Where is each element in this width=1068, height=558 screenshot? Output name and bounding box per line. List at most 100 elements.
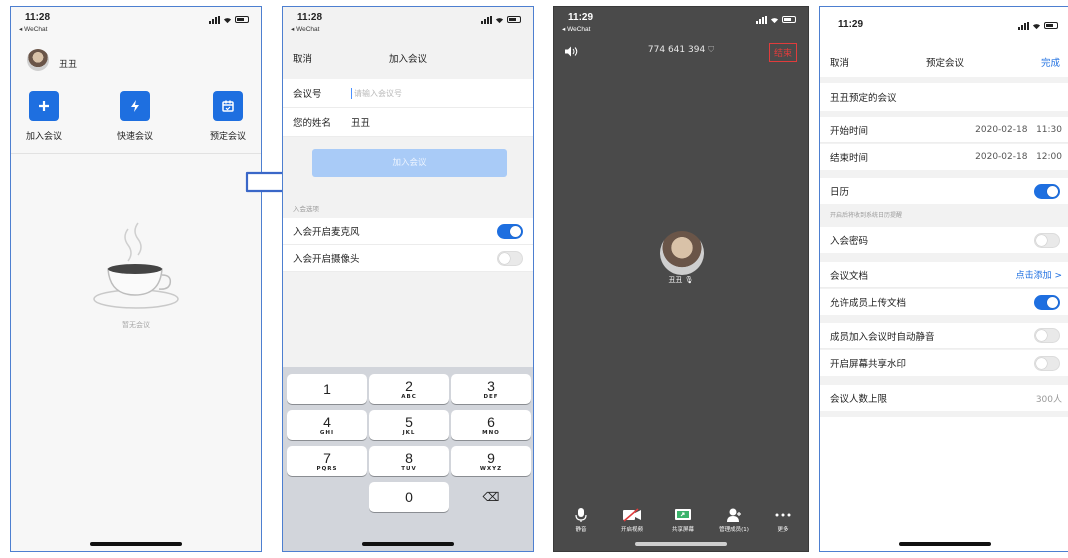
page-title: 加入会议 <box>388 54 427 65</box>
status-time: 11:29 <box>838 19 864 30</box>
phone-home-screen: 11:28 ◂ WeChat 丑丑 加入会议 快速会议 预定会议 暂无会议 <box>10 6 262 552</box>
add-docs-link[interactable]: 点击添加 > <box>1016 268 1062 281</box>
calendar-toggle[interactable] <box>1034 183 1060 199</box>
done-button[interactable]: 完成 <box>1041 55 1060 69</box>
start-video-button[interactable]: 开启视频 <box>607 507 657 533</box>
password-label: 入会密码 <box>830 236 869 247</box>
home-indicator[interactable] <box>635 542 727 546</box>
join-form: 会议号 请输入会议号 您的姓名 丑丑 <box>283 79 533 137</box>
start-time-label: 开始时间 <box>830 125 869 137</box>
microphone-icon <box>575 508 587 522</box>
name-row[interactable]: 您的姓名 丑丑 <box>283 108 533 137</box>
allow-upload-row: 允许成员上传文档 <box>820 289 1068 315</box>
auto-mute-label: 成员加入会议时自动静音 <box>830 331 935 343</box>
meeting-docs-label: 会议文档 <box>830 270 869 282</box>
calendar-note: 开启后将收到系统日历提醒 <box>830 212 903 219</box>
calendar-icon <box>222 100 234 112</box>
quick-meeting-action[interactable]: 快速会议 <box>100 91 170 142</box>
page-title: 预定会议 <box>925 58 964 69</box>
phone-in-meeting-screen: 11:29 ◂ WeChat 774 641 394 ⛉ 结束 丑丑 🎙︎ 静音… <box>553 6 809 552</box>
more-button[interactable]: 更多 <box>758 507 808 533</box>
allow-upload-label: 允许成员上传文档 <box>830 298 907 309</box>
mute-button[interactable]: 静音 <box>556 507 606 533</box>
user-avatar[interactable] <box>27 49 49 71</box>
mic-toggle[interactable] <box>497 223 523 239</box>
home-indicator[interactable] <box>362 542 454 546</box>
auto-mute-toggle[interactable] <box>1034 328 1060 343</box>
participant-name-label: 丑丑 🎙︎ <box>668 276 694 284</box>
key-7[interactable]: 7 PQRS <box>287 446 367 476</box>
back-to-wechat-link[interactable]: ◂ WeChat <box>562 25 590 33</box>
key-5[interactable]: 5 JKL <box>369 410 449 440</box>
schedule-meeting-action[interactable]: 预定会议 <box>193 91 261 142</box>
join-meeting-button[interactable]: 加入会议 <box>312 149 507 177</box>
share-screen-button[interactable]: 共享屏幕 <box>658 507 708 533</box>
key-8[interactable]: 8 TUV <box>369 446 449 476</box>
participant-limit-row[interactable]: 会议人数上限 300人 <box>820 385 1068 411</box>
status-time: 11:28 <box>25 12 51 23</box>
key-0[interactable]: 0 <box>369 482 449 512</box>
plus-icon <box>39 101 49 111</box>
meeting-topic-input[interactable]: 丑丑预定的会议 <box>820 83 1068 111</box>
status-bar: 11:28 ◂ WeChat <box>11 7 261 37</box>
meeting-toolbar: 静音 开启视频 共享屏幕 管理成员(1) 更多 <box>554 507 808 537</box>
status-icons <box>756 15 796 24</box>
start-time-value: 2020-02-18 11:30 <box>975 124 1062 135</box>
watermark-label: 开启屏幕共享水印 <box>830 359 907 370</box>
more-dots-icon <box>775 513 791 517</box>
signal-icon <box>209 15 220 24</box>
wifi-icon <box>495 18 504 24</box>
back-to-wechat-link[interactable]: ◂ WeChat <box>19 25 47 33</box>
name-input[interactable]: 丑丑 <box>351 115 370 129</box>
join-meeting-action[interactable]: 加入会议 <box>11 91 79 142</box>
back-to-wechat-link[interactable]: ◂ WeChat <box>291 25 319 33</box>
key-3[interactable]: 3 DEF <box>451 374 531 404</box>
status-time: 11:28 <box>297 12 323 23</box>
backspace-key[interactable]: ⌫ <box>451 482 531 512</box>
meeting-id-input[interactable]: 请输入会议号 <box>351 87 402 99</box>
backspace-icon: ⌫ <box>482 490 500 504</box>
password-toggle[interactable] <box>1034 232 1060 248</box>
signal-icon <box>481 15 492 24</box>
schedule-meeting-label: 预定会议 <box>209 132 246 142</box>
key-9[interactable]: 9 WXYZ <box>451 446 531 476</box>
participant-avatar[interactable] <box>660 231 704 275</box>
home-indicator[interactable] <box>899 542 991 546</box>
user-name: 丑丑 <box>59 60 78 70</box>
key-6[interactable]: 6 MNO <box>451 410 531 440</box>
battery-icon <box>1044 22 1058 29</box>
battery-icon <box>782 16 796 23</box>
signal-icon <box>756 15 767 24</box>
meeting-id-row[interactable]: 会议号 请输入会议号 <box>283 79 533 108</box>
key-4[interactable]: 4 GHI <box>287 410 367 440</box>
key-2[interactable]: 2 ABC <box>369 374 449 404</box>
meeting-id-label: 会议号 <box>293 89 322 100</box>
end-meeting-button[interactable]: 结束 <box>768 43 797 62</box>
phone-join-meeting-screen: 11:28 ◂ WeChat 取消 加入会议 会议号 请输入会议号 您的姓名 丑… <box>282 6 534 552</box>
status-bar: 11:29 ◂ WeChat <box>554 7 808 37</box>
home-indicator[interactable] <box>90 542 182 546</box>
allow-upload-toggle[interactable] <box>1034 294 1060 310</box>
key-1[interactable]: 1 <box>287 374 367 404</box>
meeting-docs-row[interactable]: 会议文档 点击添加 > <box>820 262 1068 288</box>
status-bar: 11:29 <box>820 7 1068 43</box>
manage-members-button[interactable]: 管理成员(1) <box>709 507 759 533</box>
join-meeting-label: 加入会议 <box>25 132 62 142</box>
watermark-toggle[interactable] <box>1034 355 1060 371</box>
quick-meeting-label: 快速会议 <box>116 132 153 142</box>
status-icons <box>1018 21 1058 30</box>
empty-state-text: 暂无会议 <box>122 321 150 329</box>
mic-option-label: 入会开启麦克风 <box>293 227 360 238</box>
end-time-value: 2020-02-18 12:00 <box>975 152 1062 162</box>
battery-icon <box>507 16 521 23</box>
auto-mute-row: 成员加入会议时自动静音 <box>820 323 1068 349</box>
status-icons <box>209 15 249 24</box>
wifi-icon <box>223 18 232 24</box>
nav-bar: 取消 预定会议 完成 <box>820 43 1068 77</box>
status-icons <box>481 15 521 24</box>
meeting-header: 774 641 394 ⛉ 结束 <box>554 43 808 65</box>
start-time-row[interactable]: 开始时间 2020-02-18 11:30 <box>820 117 1068 143</box>
camera-option-row: 入会开启摄像头 <box>283 245 533 272</box>
camera-toggle[interactable] <box>497 250 523 266</box>
end-time-row[interactable]: 结束时间 2020-02-18 12:00 <box>820 144 1068 170</box>
